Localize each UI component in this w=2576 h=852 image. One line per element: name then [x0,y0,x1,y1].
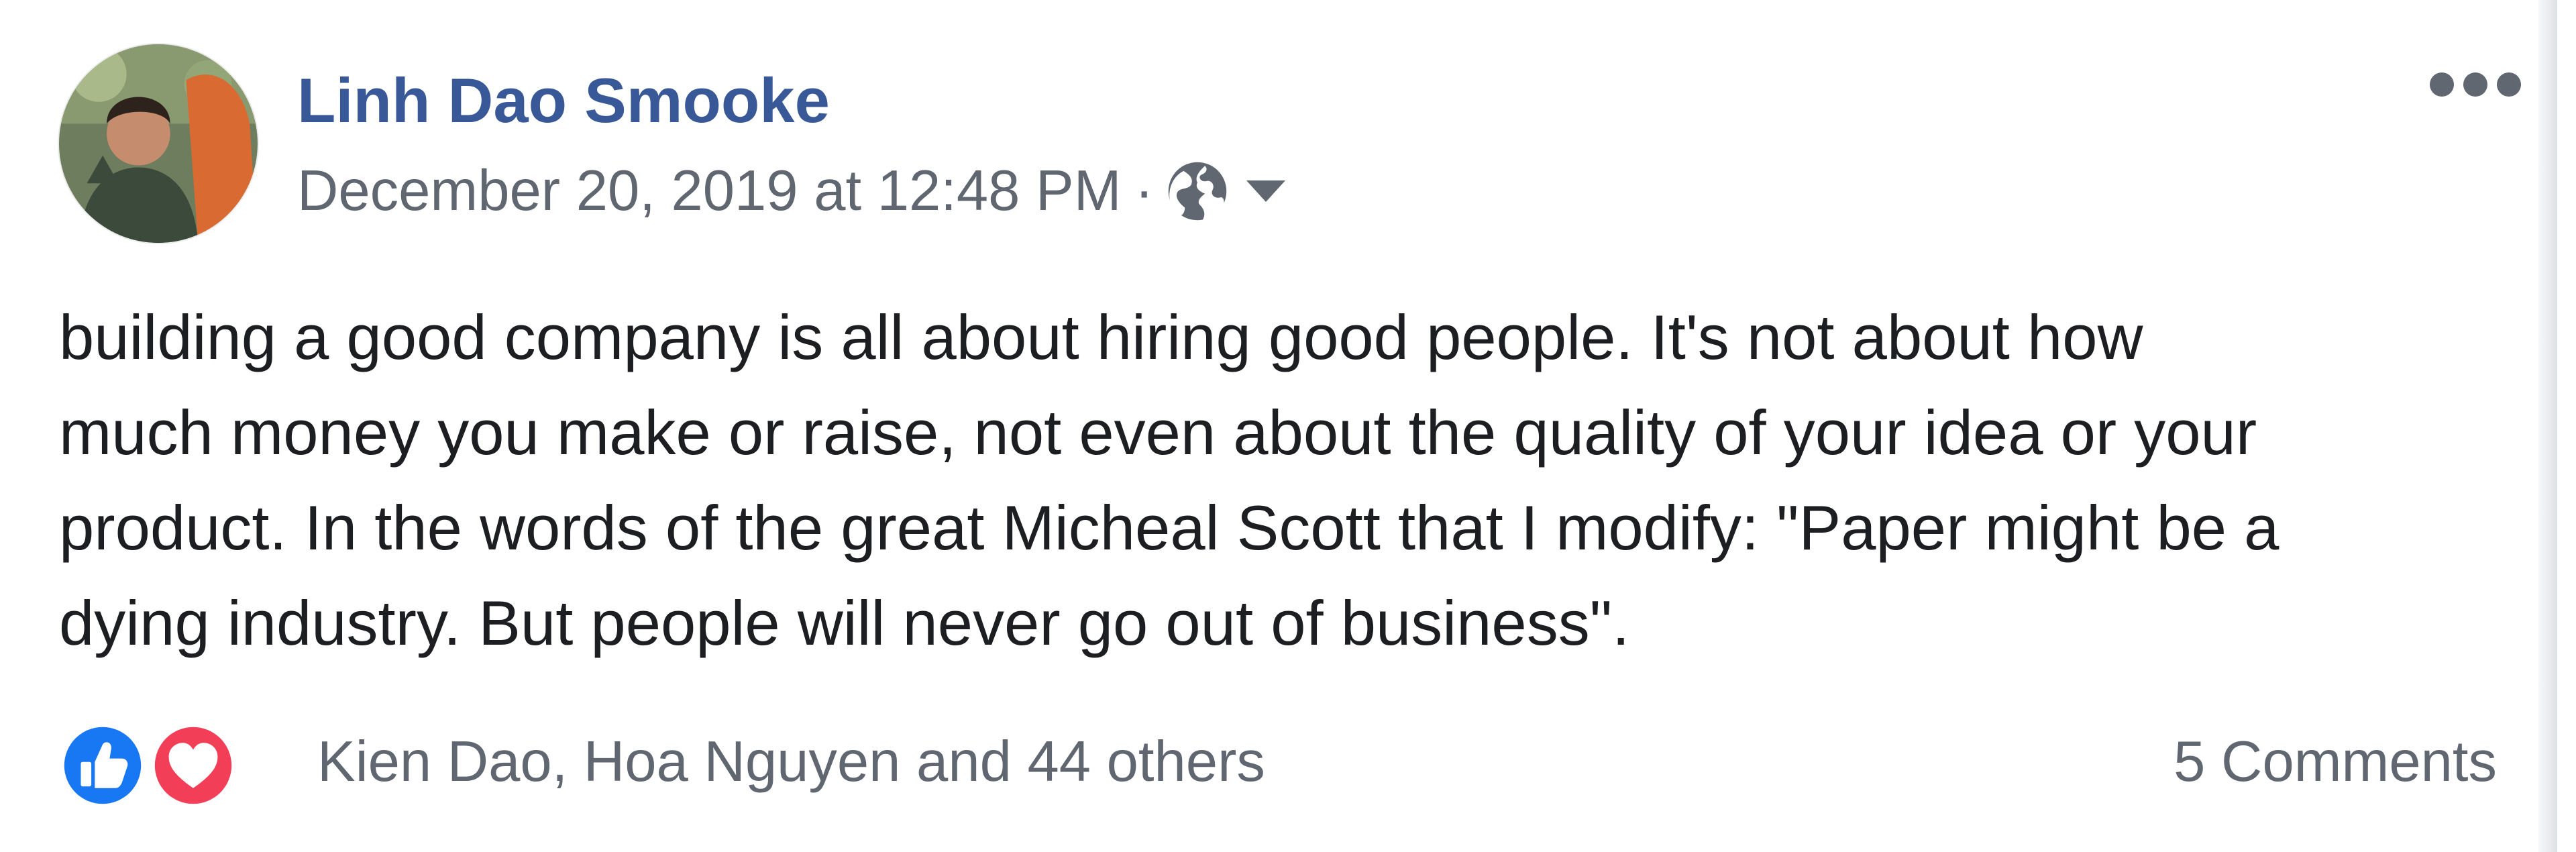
more-options-button[interactable] [2428,67,2522,102]
post-meta: December 20, 2019 at 12:48 PM · [297,154,1288,228]
post-body-text: building a good company is all about hir… [59,290,2541,671]
meta-separator: · [1134,159,1154,223]
avatar-photo [59,44,258,243]
post-text-line: building a good company is all about hir… [59,302,2143,372]
post-text-line: much money you make or raise, not even a… [59,397,2257,468]
post-timestamp[interactable]: December 20, 2019 at 12:48 PM [297,158,1122,224]
post-text-line: dying industry. But people will never go… [59,588,1630,658]
comments-count-link[interactable]: 5 Comments [2174,715,2497,809]
ellipsis-icon [2430,72,2521,97]
window-edge [2538,0,2557,852]
love-icon [150,722,237,809]
post-card: Linh Dao Smooke December 20, 2019 at 12:… [0,0,2557,852]
reaction-names-link[interactable]: Kien Dao, Hoa Nguyen and 44 others [317,715,1265,809]
post-text-line: product. In the words of the great Miche… [59,492,2279,563]
author-avatar[interactable] [59,44,258,243]
audience-caret-down-icon[interactable] [1244,178,1288,205]
like-icon [59,722,146,809]
globe-icon [1166,160,1229,223]
reaction-icons[interactable] [59,715,240,809]
reactions-bar: Kien Dao, Hoa Nguyen and 44 others [59,715,1265,809]
author-name-link[interactable]: Linh Dao Smooke [297,63,830,138]
